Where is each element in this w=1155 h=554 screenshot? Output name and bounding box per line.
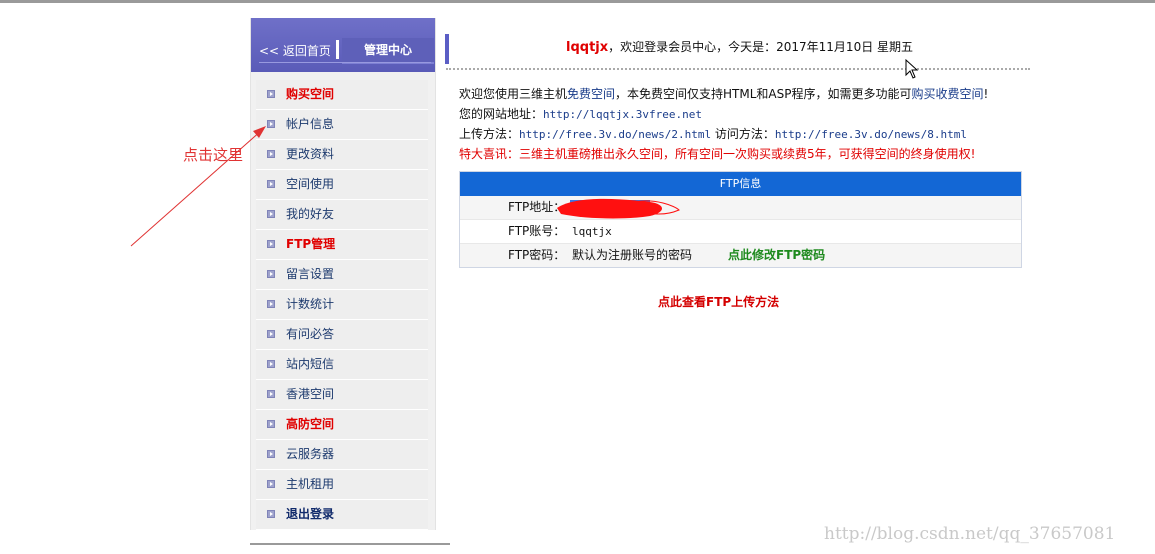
intro-suffix: ! [983, 87, 989, 101]
bullet-arrow-icon [267, 420, 275, 428]
username: lqqtjx [566, 40, 609, 55]
back-home-link[interactable]: << 返回首页 [259, 42, 331, 59]
site-address-line: 您的网站地址：http://lqqtjx.3vfree.net [459, 105, 702, 122]
sidebar-item[interactable]: 香港空间 [256, 380, 428, 410]
sidebar-item-label: 高防空间 [286, 417, 335, 431]
bullet-arrow-icon [267, 90, 275, 98]
sidebar-item[interactable]: 高防空间 [256, 410, 428, 440]
sidebar-item[interactable]: 主机租用 [256, 470, 428, 500]
sidebar-item[interactable]: 有问必答 [256, 320, 428, 350]
sidebar-item-label: 计数统计 [286, 297, 335, 311]
sidebar-item[interactable]: FTP管理 [256, 230, 428, 260]
sidebar-title: 管理中心 [342, 38, 434, 64]
sidebar-item[interactable]: 更改资料 [256, 140, 428, 170]
sidebar-item-label: 站内短信 [286, 357, 335, 371]
ftp-account-row: FTP账号： lqqtjx [460, 220, 1021, 244]
ftp-password-row: FTP密码： 默认为注册账号的密码 点此修改FTP密码 [460, 244, 1021, 267]
bullet-arrow-icon [267, 450, 275, 458]
visit-method-label: 访问方法： [714, 127, 775, 141]
view-ftp-upload-method-link[interactable]: 点此查看FTP上传方法 [658, 293, 779, 310]
bullet-arrow-icon [267, 330, 275, 338]
sidebar-item-label: 主机租用 [286, 477, 335, 491]
header-rule [259, 62, 431, 63]
site-url-link[interactable]: http://lqqtjx.3vfree.net [543, 108, 702, 121]
redaction-scribble [557, 198, 680, 219]
ftp-table-header: FTP信息 [460, 172, 1021, 196]
sidebar-item[interactable]: 云服务器 [256, 440, 428, 470]
intro-middle: ，本免费空间仅支持HTML和ASP程序，如需更多功能可 [615, 87, 912, 101]
sidebar-item-label: 空间使用 [286, 177, 335, 191]
upload-method-label: 上传方法： [459, 127, 520, 141]
sidebar-item-label: 退出登录 [286, 507, 335, 521]
sidebar-item-label: 有问必答 [286, 327, 335, 341]
ftp-address-row: FTP地址： [460, 196, 1021, 220]
sidebar-header: << 返回首页 管理中心 [251, 18, 435, 72]
bullet-arrow-icon [267, 360, 275, 368]
intro-line: 欢迎您使用三维主机免费空间，本免费空间仅支持HTML和ASP程序，如需更多功能可… [459, 85, 988, 102]
sidebar-item[interactable]: 我的好友 [256, 200, 428, 230]
annotation-arrow-icon [130, 126, 266, 247]
sidebar-item-label: 我的好友 [286, 207, 335, 221]
buy-paid-space-link[interactable]: 购买收费空间 [912, 87, 984, 101]
bullet-arrow-icon [267, 240, 275, 248]
methods-line: 上传方法：http://free.3v.do/news/2.html 访问方法：… [459, 125, 967, 142]
sidebar-item-label: FTP管理 [286, 237, 336, 251]
sidebar-item[interactable]: 留言设置 [256, 260, 428, 290]
welcome-text: ，欢迎登录会员中心，今天是：2017年11月10日 星期五 [608, 40, 914, 54]
bullet-arrow-icon [267, 180, 275, 188]
bullet-arrow-icon [267, 120, 275, 128]
header-divider-dotted [446, 68, 1030, 70]
sidebar-item[interactable]: 帐户信息 [256, 110, 428, 140]
sidebar-menu: 购买空间帐户信息更改资料空间使用我的好友 FTP管理留言设置计数统计有问必答站内短… [256, 80, 428, 530]
bullet-arrow-icon [267, 270, 275, 278]
sidebar-item[interactable]: 计数统计 [256, 290, 428, 320]
top-border [0, 0, 1155, 3]
site-address-label: 您的网站地址： [459, 107, 544, 121]
promo-notice: 特大喜讯：三维主机重磅推出永久空间，所有空间一次购买或续费5年，可获得空间的终身… [459, 147, 976, 161]
header-divider [336, 40, 339, 59]
sidebar-item-label: 帐户信息 [286, 117, 335, 131]
header-accent-bar [445, 34, 449, 64]
watermark: http://blog.csdn.net/qq_37657081 [824, 524, 1116, 544]
change-ftp-password-link[interactable]: 点此修改FTP密码 [728, 244, 825, 267]
welcome-message: lqqtjx，欢迎登录会员中心，今天是：2017年11月10日 星期五 [566, 38, 913, 55]
bullet-arrow-icon [267, 300, 275, 308]
sidebar-item-label: 香港空间 [286, 387, 335, 401]
mouse-cursor-icon [905, 59, 919, 79]
sidebar-item[interactable]: 购买空间 [256, 80, 428, 110]
bullet-arrow-icon [267, 390, 275, 398]
sidebar-item-label: 购买空间 [286, 87, 335, 101]
sidebar-item[interactable]: 站内短信 [256, 350, 428, 380]
bullet-arrow-icon [267, 510, 275, 518]
upload-method-link[interactable]: http://free.3v.do/news/2.html [519, 128, 711, 141]
bullet-arrow-icon [267, 480, 275, 488]
ftp-password-value: 默认为注册账号的密码 [572, 248, 693, 262]
sidebar-item-label: 留言设置 [286, 267, 335, 281]
annotation-label: 点击这里 [183, 146, 244, 164]
sidebar-bottom-rule [250, 543, 450, 545]
sidebar: << 返回首页 管理中心 购买空间帐户信息更改资料空间使用我的好友 FTP管理留言… [250, 18, 436, 530]
sidebar-item-label: 云服务器 [286, 447, 335, 461]
sidebar-item-label: 更改资料 [286, 147, 335, 161]
visit-method-link[interactable]: http://free.3v.do/news/8.html [775, 128, 967, 141]
bullet-arrow-icon [267, 150, 275, 158]
sidebar-item[interactable]: 空间使用 [256, 170, 428, 200]
bullet-arrow-icon [267, 210, 275, 218]
intro-prefix: 欢迎您使用三维主机 [459, 87, 568, 101]
free-space-link[interactable]: 免费空间 [567, 87, 615, 101]
sidebar-item[interactable]: 退出登录 [256, 500, 428, 530]
ftp-info-table: FTP信息 FTP地址： FTP账号： lqqtjx FTP密码： 默认为注册账… [459, 171, 1022, 268]
ftp-password-label: FTP密码： [508, 248, 566, 262]
